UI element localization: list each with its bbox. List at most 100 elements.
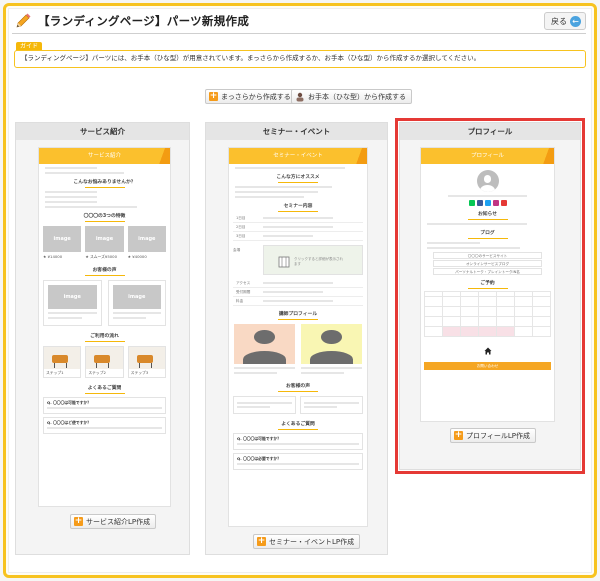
- preview-text: [234, 372, 277, 374]
- table-row: アクセス: [233, 279, 363, 288]
- voice-card: image: [107, 280, 166, 326]
- create-blank-button[interactable]: + まっさらから作成する: [205, 89, 297, 104]
- preview-text: [237, 402, 292, 404]
- template-person-icon: [295, 92, 305, 102]
- preview-section-title: セミナー内容: [229, 202, 367, 212]
- image-placeholder: image: [43, 226, 82, 252]
- blog-link: オンラインサービスブログ: [433, 260, 542, 267]
- preview-section-title: 〇〇〇の3つの特徴: [39, 212, 170, 222]
- image-placeholder: image: [112, 285, 161, 309]
- create-service-lp-label: サービス紹介LP作成: [86, 517, 151, 526]
- table-row: 2日目: [233, 223, 363, 232]
- preview-text: [48, 312, 97, 314]
- faq-item: Q. 〇〇〇は必要ですか？: [233, 453, 363, 470]
- guide-box: 【ランディングページ】パーツには、お手本（ひな型）が用意されています。まっさらか…: [14, 50, 586, 68]
- voice-row: [229, 394, 367, 416]
- page-header: 【ランディングページ】パーツ新規作成: [12, 8, 586, 34]
- preview-text: [237, 406, 270, 408]
- faq-item: Q. 〇〇〇は可能ですか？: [233, 433, 363, 450]
- feature-price: ★ スムーズ¥5000: [85, 254, 118, 259]
- template-card-profile[interactable]: プロフィール プロフィール お知らせ ブログ 〇〇〇のサービスサイト オンライン…: [399, 122, 581, 470]
- image-placeholder: image: [85, 226, 124, 252]
- lecturer-photo: [234, 324, 295, 364]
- flow-row: ステップ1 ステップ2 ステップ3: [39, 344, 170, 380]
- preview-text: [45, 167, 98, 169]
- lecturer-row: [229, 322, 367, 378]
- preview-text: [304, 402, 359, 404]
- preview-text: [304, 406, 337, 408]
- map-preview: クリックすると詳細が表示されます: [263, 245, 363, 275]
- preview-section-title: お知らせ: [421, 210, 554, 220]
- social-links: [421, 200, 554, 206]
- facebook-icon: [476, 200, 483, 206]
- step-label: ステップ2: [88, 370, 106, 375]
- voice-row: image image: [39, 278, 170, 328]
- back-button[interactable]: 戻る ←: [544, 12, 586, 30]
- pencil-icon: [12, 10, 34, 32]
- preview-text: [45, 172, 124, 174]
- info-table: アクセス 受付期間 料金: [233, 279, 363, 306]
- create-blank-label: まっさらから作成する: [221, 92, 291, 101]
- table-row: 料金: [233, 297, 363, 306]
- lecturer-card: [301, 324, 362, 376]
- create-profile-lp-button[interactable]: + プロフィールLP作成: [450, 428, 536, 443]
- feature-item: image ★ スムーズ¥5000: [85, 226, 124, 260]
- create-seminar-lp-button[interactable]: + セミナー・イベントLP作成: [253, 534, 361, 549]
- feature-item: image ★ ¥14000: [43, 226, 82, 260]
- create-service-lp-button[interactable]: + サービス紹介LP作成: [70, 514, 157, 529]
- preview-text: [45, 206, 137, 208]
- template-title-service: サービス紹介: [16, 123, 189, 140]
- preview-text: [235, 191, 318, 193]
- map-icon: [278, 254, 290, 268]
- create-from-template-button[interactable]: お手本（ひな型）から作成する: [291, 89, 412, 104]
- chair-image: [86, 347, 123, 369]
- voice-card: image: [43, 280, 102, 326]
- plus-icon: +: [257, 536, 266, 546]
- chair-image: [44, 347, 81, 369]
- blog-link: 〇〇〇のサービスサイト: [433, 252, 542, 259]
- step-label: ステップ1: [46, 370, 64, 375]
- contact-button-preview: お問い合わせ: [424, 362, 551, 370]
- preview-text: [237, 443, 359, 445]
- lecturer-photo: [301, 324, 362, 364]
- preview-section-title: お客様の声: [229, 382, 367, 392]
- preview-text: [427, 247, 521, 249]
- table-row: 3日目: [233, 232, 363, 241]
- preview-section-title: 講師プロフィール: [229, 310, 367, 320]
- create-profile-lp-label: プロフィールLP作成: [466, 431, 530, 440]
- youtube-icon: [500, 200, 507, 206]
- calendar: [421, 291, 554, 337]
- feature-item: image ★ ¥40000: [127, 226, 166, 260]
- chair-image: [128, 347, 165, 369]
- step-card: ステップ1: [43, 346, 82, 378]
- preview-banner: サービス紹介: [39, 148, 170, 164]
- template-card-seminar[interactable]: セミナー・イベント セミナー・イベント こんな方にオススメ セミナー内容 1日目…: [205, 122, 388, 555]
- lecturer-card: [234, 324, 295, 376]
- image-placeholder: image: [127, 226, 166, 252]
- preview-banner: セミナー・イベント: [229, 148, 367, 164]
- twitter-icon: [484, 200, 491, 206]
- avatar: [476, 170, 499, 192]
- preview-text: [447, 195, 528, 197]
- preview-text: [235, 167, 346, 169]
- feature-price: ★ ¥40000: [127, 254, 147, 259]
- step-card: ステップ3: [127, 346, 166, 378]
- preview-text: [112, 317, 147, 319]
- template-card-service[interactable]: サービス紹介 サービス紹介 こんなお悩みありませんか？ 〇〇〇の3つの特徴 im…: [15, 122, 190, 555]
- preview-section-title: よくあるご質問: [229, 420, 367, 430]
- preview-text: [112, 312, 161, 314]
- preview-text: [237, 463, 359, 465]
- feature-price: ★ ¥14000: [43, 254, 63, 259]
- preview-text: [301, 372, 344, 374]
- preview-text: [48, 317, 82, 319]
- plus-icon: +: [74, 516, 83, 526]
- feature-row: image ★ ¥14000 image ★ スムーズ¥5000 image ★…: [39, 224, 170, 262]
- preview-section-title: こんな方にオススメ: [229, 173, 367, 183]
- faq-question: Q. 〇〇〇は必要ですか？: [237, 456, 281, 461]
- preview-text: [427, 223, 527, 225]
- create-seminar-lp-label: セミナー・イベントLP作成: [269, 537, 355, 546]
- arrow-left-icon: ←: [570, 15, 581, 27]
- faq-question: Q. 〇〇〇は可能ですか？: [237, 436, 281, 441]
- back-label: 戻る: [551, 16, 567, 26]
- table-row: 1日目: [233, 214, 363, 223]
